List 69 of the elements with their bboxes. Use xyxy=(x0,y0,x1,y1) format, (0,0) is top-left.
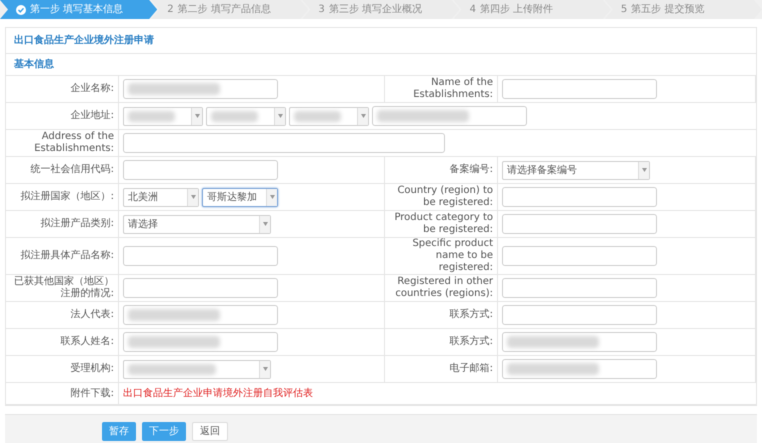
step-tab[interactable]: 5 第五步 提交预览 xyxy=(604,0,762,19)
check-icon xyxy=(16,4,26,14)
field-label: 联系人姓名: xyxy=(60,336,114,348)
input-field[interactable] xyxy=(123,305,278,325)
input-field[interactable] xyxy=(123,160,278,180)
step-label: 第五步 提交预览 xyxy=(631,2,704,17)
field-label: 拟注册产品类别: xyxy=(40,218,114,230)
field-label: Specific product name to be registered: xyxy=(411,238,493,274)
select-field[interactable] xyxy=(289,106,369,126)
field-label: Product category to be registered: xyxy=(393,212,493,236)
form-title: 出口食品生产企业境外注册申请 xyxy=(14,33,154,48)
step-number: 2 xyxy=(167,3,174,17)
step-number: 5 xyxy=(620,3,628,17)
input-field[interactable] xyxy=(123,278,278,298)
form-button[interactable]: 返回 xyxy=(192,422,228,441)
field-label: 企业名称: xyxy=(70,83,114,95)
step-number: 3 xyxy=(318,3,325,17)
input-field[interactable] xyxy=(123,133,445,153)
field-label: 附件下载: xyxy=(70,388,114,400)
step-number: 4 xyxy=(470,3,476,17)
input-field[interactable] xyxy=(502,246,657,266)
form-button[interactable]: 下一步 xyxy=(142,422,186,441)
select-field[interactable]: 请选择备案编号 xyxy=(502,160,650,180)
step-label: 第四步 上传附件 xyxy=(480,2,554,17)
step-label: 第一步 填写基本信息 xyxy=(30,2,124,17)
field-label: 联系方式: xyxy=(450,336,493,348)
select-field[interactable]: 北美洲 xyxy=(123,188,199,206)
input-field[interactable] xyxy=(123,246,278,266)
attachment-link[interactable]: 出口食品生产企业申请境外注册自我评估表 xyxy=(123,386,313,401)
field-label: 电子邮箱: xyxy=(450,363,493,375)
field-label: 受理机构: xyxy=(70,363,114,375)
input-field[interactable] xyxy=(502,332,657,352)
field-label: 已获其他国家（地区）注册的情况: xyxy=(13,276,114,300)
step-tab[interactable]: 4 第四步 上传附件 xyxy=(454,0,611,19)
input-field[interactable] xyxy=(502,214,657,234)
field-label: 联系方式: xyxy=(450,309,493,321)
input-field[interactable] xyxy=(502,79,657,99)
field-label: 拟注册国家（地区）: xyxy=(20,191,114,203)
field-label: Address of the Establishments: xyxy=(33,131,114,155)
redacted-value xyxy=(294,110,341,122)
select-field[interactable]: 哥斯达黎加 xyxy=(202,188,278,206)
step-label: 第二步 填写产品信息 xyxy=(178,2,271,17)
field-label: 企业地址: xyxy=(70,110,114,122)
section-title: 基本信息 xyxy=(14,58,54,72)
form-button[interactable]: 暂存 xyxy=(102,422,136,441)
input-field[interactable] xyxy=(502,359,657,379)
step-label: 第三步 填写企业概况 xyxy=(328,2,422,17)
field-label: Registered in other countries (regions): xyxy=(394,276,493,300)
step-tab[interactable]: 2 第二步 填写产品信息 xyxy=(151,0,308,19)
input-field[interactable] xyxy=(502,187,657,207)
input-field[interactable] xyxy=(123,332,278,352)
input-field[interactable] xyxy=(372,106,527,126)
field-label: 备案编号: xyxy=(450,164,493,176)
redacted-value xyxy=(211,110,258,122)
field-label: 统一社会信用代码: xyxy=(30,164,114,176)
select-field[interactable]: 请选择 xyxy=(123,214,271,234)
field-label: 拟注册具体产品名称: xyxy=(20,250,114,262)
select-field[interactable] xyxy=(123,106,203,126)
input-field[interactable] xyxy=(502,278,657,298)
input-field[interactable] xyxy=(123,79,278,99)
select-field[interactable] xyxy=(206,106,286,126)
redacted-value xyxy=(128,110,175,122)
select-field[interactable] xyxy=(123,360,271,378)
step-tab[interactable]: 第一步 填写基本信息 xyxy=(0,0,158,19)
input-field[interactable] xyxy=(502,305,657,325)
step-tab[interactable]: 3 第三步 填写企业概况 xyxy=(302,0,460,19)
field-label: Country (region) to be registered: xyxy=(396,185,493,209)
field-label: 法人代表: xyxy=(70,309,114,321)
field-label: Name of the Establishments: xyxy=(412,77,493,101)
